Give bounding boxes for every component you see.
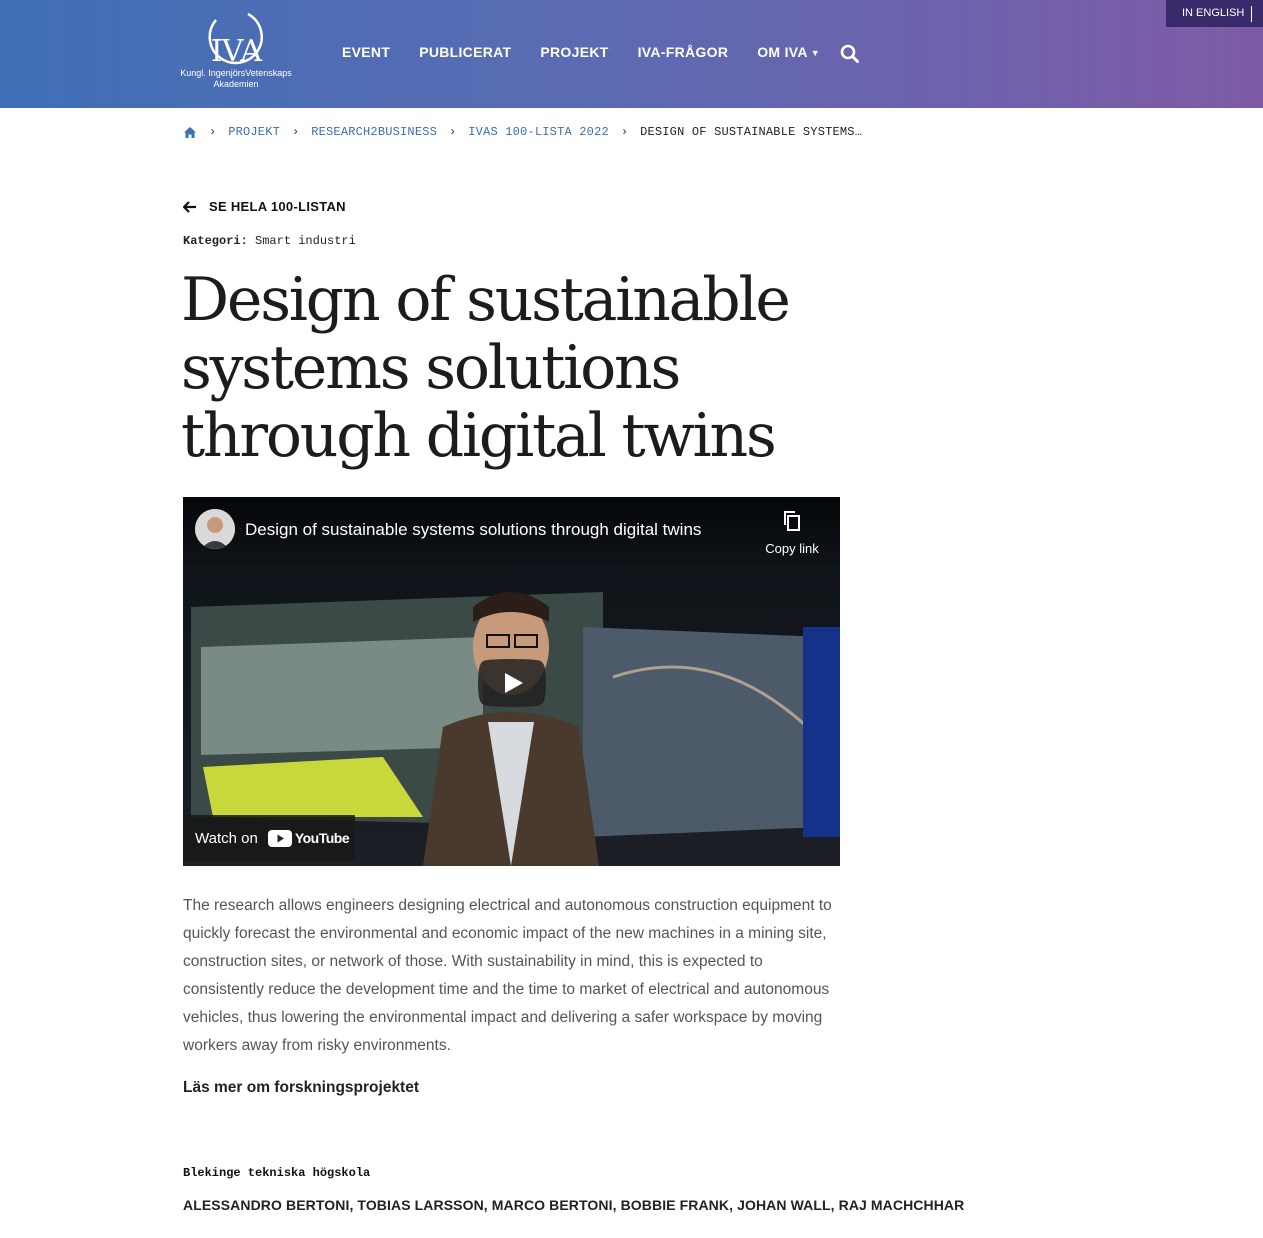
arrow-left-icon bbox=[183, 200, 196, 213]
nav-publicerat[interactable]: PUBLICERAT bbox=[419, 44, 511, 64]
site-header: IVA Kungl. IngenjörsVetenskaps Akademien… bbox=[0, 0, 1263, 108]
logo-line2: Akademien bbox=[213, 79, 259, 89]
copy-link-label: Copy link bbox=[765, 541, 819, 556]
read-more-link[interactable]: Läs mer om forskningsprojektet bbox=[183, 1079, 419, 1097]
nav-om-iva[interactable]: OM IVA ▼ bbox=[757, 44, 820, 64]
logo-mark: IVA bbox=[208, 12, 263, 68]
breadcrumb-separator: › bbox=[292, 125, 300, 139]
page-title: Design of sustainable systems solutions … bbox=[181, 265, 791, 471]
back-to-list-link[interactable]: SE HELA 100-LISTAN bbox=[183, 199, 346, 214]
search-icon[interactable] bbox=[840, 44, 860, 64]
organization: Blekinge tekniska högskola bbox=[183, 1166, 371, 1180]
iva-logo[interactable]: IVA Kungl. IngenjörsVetenskaps Akademien bbox=[172, 8, 300, 100]
watch-on-youtube[interactable]: Watch on YouTube bbox=[183, 815, 355, 861]
breadcrumb-100-lista[interactable]: IVAS 100-LISTA 2022 bbox=[468, 125, 609, 139]
authors: ALESSANDRO BERTONI, TOBIAS LARSSON, MARC… bbox=[183, 1197, 965, 1213]
language-switch[interactable]: IN ENGLISH bbox=[1166, 0, 1263, 27]
breadcrumb-projekt[interactable]: PROJEKT bbox=[228, 125, 280, 139]
breadcrumb-separator: › bbox=[449, 125, 457, 139]
logo-line1: Kungl. IngenjörsVetenskaps bbox=[180, 68, 292, 78]
divider bbox=[1251, 6, 1252, 22]
breadcrumb-separator: › bbox=[209, 125, 217, 139]
copy-icon bbox=[784, 511, 800, 531]
back-link-label: SE HELA 100-LISTAN bbox=[209, 199, 346, 214]
category-label: Kategori: bbox=[183, 234, 248, 248]
youtube-wordmark: YouTube bbox=[294, 830, 350, 846]
article-body: The research allows engineers designing … bbox=[183, 897, 832, 1054]
nav-om-iva-label: OM IVA bbox=[757, 44, 808, 60]
video-title[interactable]: Design of sustainable systems solutions … bbox=[245, 520, 701, 540]
home-icon[interactable] bbox=[183, 126, 197, 139]
nav-event[interactable]: EVENT bbox=[342, 44, 390, 64]
video-player[interactable]: Design of sustainable systems solutions … bbox=[183, 497, 840, 866]
nav-iva-fragor[interactable]: IVA-FRÅGOR bbox=[638, 44, 729, 64]
chevron-down-icon: ▼ bbox=[810, 48, 820, 58]
breadcrumb-current: DESIGN OF SUSTAINABLE SYSTEMS… bbox=[640, 125, 863, 139]
breadcrumb-separator: › bbox=[620, 125, 629, 139]
main-nav: EVENT PUBLICERAT PROJEKT IVA-FRÅGOR OM I… bbox=[342, 44, 849, 64]
copy-link-button[interactable]: Copy link bbox=[757, 510, 827, 556]
category: Kategori: Smart industri bbox=[183, 234, 356, 248]
watch-on-label: Watch on bbox=[195, 829, 258, 847]
language-label: IN ENGLISH bbox=[1182, 7, 1245, 19]
breadcrumb: › PROJEKT › RESEARCH2BUSINESS › IVAS 100… bbox=[183, 124, 862, 140]
nav-projekt[interactable]: PROJEKT bbox=[540, 44, 608, 64]
play-icon[interactable] bbox=[478, 659, 546, 707]
category-value: Smart industri bbox=[255, 234, 356, 248]
svg-text:IVA: IVA bbox=[211, 34, 262, 68]
breadcrumb-research2business[interactable]: RESEARCH2BUSINESS bbox=[311, 125, 437, 139]
channel-avatar[interactable] bbox=[195, 509, 235, 549]
youtube-logo: YouTube bbox=[267, 829, 350, 847]
